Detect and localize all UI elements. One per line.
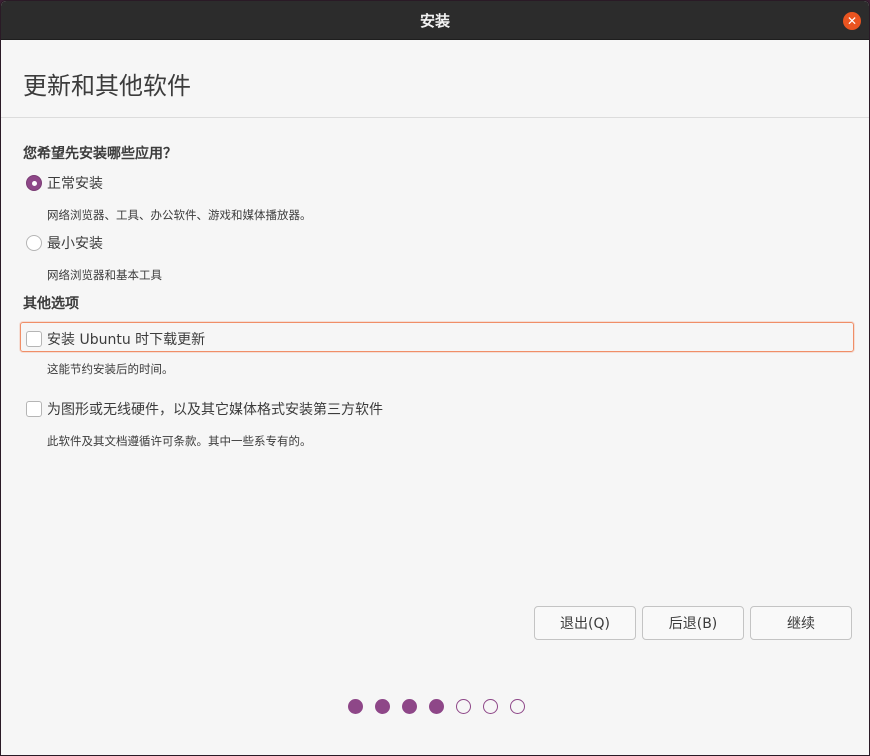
progress-dot <box>456 699 471 714</box>
quit-button[interactable]: 退出(Q) <box>534 606 636 640</box>
progress-dot <box>375 699 390 714</box>
close-icon: ✕ <box>846 14 858 28</box>
other-options-heading: 其他选项 <box>23 296 79 312</box>
third-party-checkbox[interactable]: 为图形或无线硬件，以及其它媒体格式安装第三方软件 <box>26 399 383 419</box>
progress-dot <box>348 699 363 714</box>
download-updates-description: 这能节约安装后的时间。 <box>47 362 174 376</box>
progress-dots <box>348 699 537 714</box>
third-party-label: 为图形或无线硬件，以及其它媒体格式安装第三方软件 <box>47 402 383 418</box>
radio-unselected-icon <box>26 235 42 251</box>
back-button[interactable]: 后退(B) <box>642 606 744 640</box>
progress-dot <box>402 699 417 714</box>
progress-dot <box>429 699 444 714</box>
download-updates-checkbox[interactable]: 安装 Ubuntu 时下载更新 <box>26 329 205 349</box>
close-button[interactable]: ✕ <box>843 12 861 30</box>
third-party-description: 此软件及其文档遵循许可条款。其中一些系专有的。 <box>47 434 312 448</box>
install-type-heading: 您希望先安装哪些应用？ <box>23 146 177 162</box>
title-bar: 安装 ✕ <box>1 1 869 40</box>
page-header: 更新和其他软件 <box>1 40 869 118</box>
minimal-install-radio[interactable]: 最小安装 <box>26 233 103 253</box>
installer-window: 安装 ✕ 更新和其他软件 您希望先安装哪些应用？ 正常安装 网络浏览器、工具、办… <box>0 0 870 756</box>
normal-install-label: 正常安装 <box>47 176 103 192</box>
page-title: 更新和其他软件 <box>23 72 191 100</box>
progress-dot <box>483 699 498 714</box>
minimal-install-description: 网络浏览器和基本工具 <box>47 268 162 282</box>
progress-dot <box>510 699 525 714</box>
continue-button[interactable]: 继续 <box>750 606 852 640</box>
normal-install-description: 网络浏览器、工具、办公软件、游戏和媒体播放器。 <box>47 208 312 222</box>
window-title: 安装 <box>419 11 450 30</box>
download-updates-label: 安装 Ubuntu 时下载更新 <box>47 332 206 348</box>
radio-selected-icon <box>26 175 42 191</box>
checkbox-icon <box>26 401 42 417</box>
checkbox-icon <box>26 331 42 347</box>
minimal-install-label: 最小安装 <box>47 236 103 252</box>
normal-install-radio[interactable]: 正常安装 <box>26 173 103 193</box>
